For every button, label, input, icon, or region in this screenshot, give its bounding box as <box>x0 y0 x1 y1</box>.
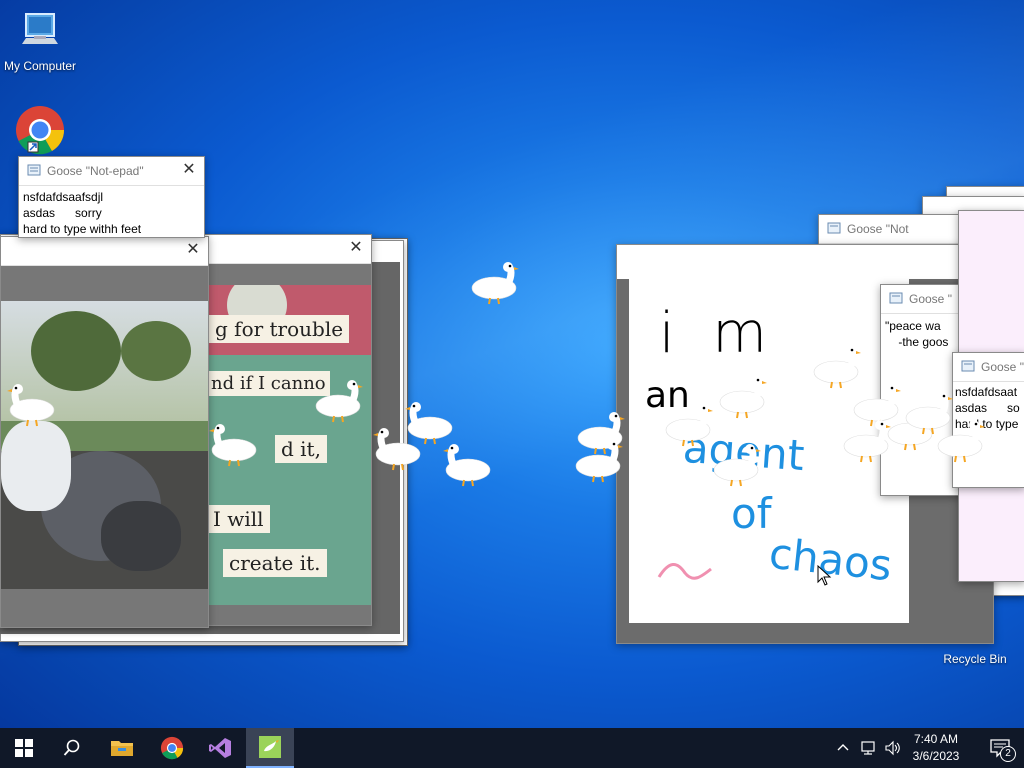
window-title: Goose " <box>909 292 952 306</box>
goose-notepad-window[interactable]: Goose "Not-epad" ✕ nsfdafdsaafsdjl asdas… <box>18 156 205 238</box>
window-titlebar[interactable]: Goose " <box>953 353 1024 382</box>
start-icon <box>15 739 33 757</box>
desktop-icon-my-computer[interactable]: My Computer <box>0 10 80 73</box>
visual-studio-icon <box>209 738 231 758</box>
goose-icon[interactable] <box>370 428 422 472</box>
drawn-word: i m <box>659 301 777 366</box>
notepad-text-area[interactable]: nsfdafdsaafsdjl asdas sorry hard to type… <box>19 186 204 237</box>
notepad-line: nsfdafdsaafsdjl <box>23 190 104 204</box>
chevron-up-icon[interactable] <box>836 741 850 755</box>
goose-icon[interactable] <box>712 444 764 488</box>
desktop-icon-recycle-bin[interactable]: Recycle Bin <box>935 650 1015 666</box>
search-icon <box>63 739 80 756</box>
mouse-cursor-icon <box>817 565 832 586</box>
window-titlebar[interactable]: ✕ <box>1 237 208 266</box>
pink-squiggle <box>657 563 712 580</box>
notepad-icon <box>27 164 41 176</box>
notepad-line: asdas so <box>955 401 1020 415</box>
notepad-line: asdas sorry <box>23 206 102 220</box>
chrome-icon <box>16 106 65 155</box>
taskbar-visual-studio[interactable] <box>196 728 244 768</box>
goose-icon[interactable] <box>440 444 492 488</box>
notepad-line: hard to type withh feet <box>23 222 142 236</box>
goose-icon[interactable] <box>314 380 366 424</box>
goose-icon[interactable] <box>206 424 258 468</box>
window-title: Goose "Not-epad" <box>47 164 144 178</box>
taskbar: 7:40 AM 3/6/2023 2 <box>0 728 1024 768</box>
clock-time: 7:40 AM <box>913 732 959 746</box>
desktop-icon-label: My Computer <box>3 59 77 73</box>
window-titlebar[interactable]: Goose "Not-epad" ✕ <box>19 157 204 186</box>
file-explorer-icon <box>111 741 133 756</box>
window-dark-frame <box>617 623 993 643</box>
notification-center-button[interactable]: 2 <box>988 736 1016 762</box>
notepad-icon <box>961 360 975 372</box>
meme-text-line: I will <box>207 505 270 533</box>
system-tray <box>836 728 902 768</box>
drawn-word: of <box>731 489 772 538</box>
goose-icon[interactable] <box>574 440 626 484</box>
notepad-line: -the goos <box>885 335 949 349</box>
goose-app-icon <box>259 736 281 758</box>
goose-icon[interactable] <box>936 420 988 464</box>
taskbar-chrome[interactable] <box>148 728 196 768</box>
notepad-icon <box>827 222 841 234</box>
clock-date: 3/6/2023 <box>912 749 960 763</box>
notepad-line: "peace wa <box>885 319 941 333</box>
goose-icon[interactable] <box>664 404 716 448</box>
network-icon[interactable] <box>860 740 878 756</box>
goose-icon[interactable] <box>718 376 770 420</box>
taskbar-clock[interactable]: 7:40 AM 3/6/2023 <box>896 731 976 765</box>
taskbar-goose-app[interactable] <box>246 728 294 768</box>
close-icon[interactable]: ✕ <box>347 239 365 257</box>
close-icon[interactable]: ✕ <box>180 161 198 179</box>
meme-text-line: d it, <box>275 435 327 463</box>
window-title: Goose " <box>981 360 1024 374</box>
notepad-icon <box>889 292 903 304</box>
goose-photo-window[interactable]: ✕ <box>0 236 209 628</box>
chrome-icon <box>160 736 184 760</box>
meme-text-line: create it. <box>223 549 327 577</box>
search-button[interactable] <box>48 728 96 768</box>
meme-text-line: g for trouble <box>209 315 350 343</box>
notification-count-badge: 2 <box>1000 746 1016 762</box>
goose-icon[interactable] <box>470 262 522 306</box>
start-button[interactable] <box>0 728 48 768</box>
taskbar-file-explorer[interactable] <box>98 728 146 768</box>
goose-photo-image <box>1 301 208 589</box>
computer-icon <box>22 13 58 44</box>
desktop-icon-label: Recycle Bin <box>943 652 1007 666</box>
meme-text-line: nd if I canno <box>207 371 330 396</box>
goose-icon[interactable] <box>4 384 56 428</box>
notepad-line: nsfdafdsaat <box>955 385 1018 399</box>
close-icon[interactable]: ✕ <box>184 241 202 259</box>
desktop-icon-chrome[interactable] <box>0 104 80 161</box>
window-title: Goose "Not <box>847 222 909 236</box>
